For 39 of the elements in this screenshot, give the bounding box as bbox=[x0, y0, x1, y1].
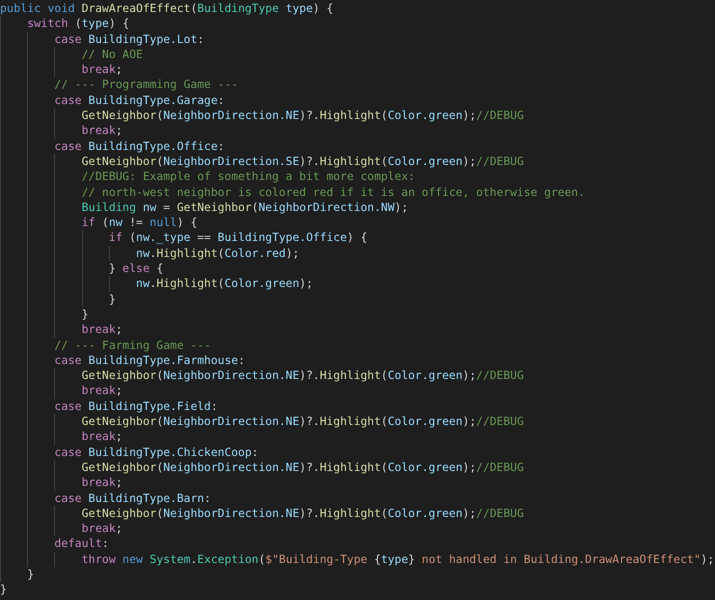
code-line: nw.Highlight(Color.green); bbox=[136, 276, 313, 292]
code-line: Building nw = GetNeighbor(NeighborDirection.NW); bbox=[82, 200, 408, 216]
code-line: break; bbox=[82, 62, 122, 78]
code-line: //DEBUG: Example of something a bit more complex: bbox=[82, 169, 415, 185]
code-line: } else { bbox=[108, 261, 164, 276]
code-line: case BuildingType.Office: bbox=[54, 138, 224, 154]
code-line: GetNeighbor(NeighborDirection.NE)?.Highlight(Color.green);//DEBUG bbox=[82, 108, 524, 124]
code-line: GetNeighbor(NeighborDirection.NE)?.Highlight(Color.green);//DEBUG bbox=[82, 460, 524, 476]
code-line: break; bbox=[82, 123, 122, 139]
code-line: } bbox=[82, 306, 88, 322]
code-line: break; bbox=[82, 521, 122, 536]
code-line: // --- Programming Game --- bbox=[54, 77, 238, 93]
code-line: public void DrawAreaOfEffect(BuildingType type) { bbox=[0, 1, 334, 16]
code-line: case BuildingType.Barn: bbox=[54, 490, 211, 506]
code-line: break; bbox=[82, 429, 122, 445]
code-line: throw new System.Exception($"Building-Type {type} not handled in Building.DrawAreaOfEffect"); bbox=[82, 552, 714, 567]
code-line: } bbox=[27, 566, 34, 582]
code-line: case BuildingType.Farmhouse: bbox=[54, 352, 245, 368]
code-line: GetNeighbor(NeighborDirection.NE)?.Highlight(Color.green);//DEBUG bbox=[82, 506, 524, 522]
code-line: break; bbox=[82, 322, 122, 338]
code-line: case BuildingType.Lot: bbox=[54, 32, 204, 47]
code-line: case BuildingType.Garage: bbox=[54, 92, 224, 108]
code-line: GetNeighbor(NeighborDirection.NE)?.Highlight(Color.green);//DEBUG bbox=[82, 368, 524, 384]
code-line: nw.Highlight(Color.red); bbox=[136, 246, 300, 262]
code-line: } bbox=[108, 292, 116, 307]
code-line: if (nw._type == BuildingType.Office) { bbox=[108, 230, 368, 246]
code-line: // No AOE bbox=[82, 46, 143, 62]
code-line: } bbox=[0, 582, 7, 598]
code-line: break; bbox=[82, 475, 122, 490]
code-line: break; bbox=[82, 383, 122, 399]
code-line: case BuildingType.ChickenCoop: bbox=[54, 444, 258, 460]
code-line: default: bbox=[54, 536, 109, 552]
code-line: // north-west neighbor is colored red if it is an office, otherwise green. bbox=[82, 184, 585, 200]
code-line: GetNeighbor(NeighborDirection.SE)?.Highlight(Color.green);//DEBUG bbox=[82, 154, 524, 170]
code-line: case BuildingType.Field: bbox=[54, 398, 218, 414]
code-line: GetNeighbor(NeighborDirection.NE)?.Highlight(Color.green);//DEBUG bbox=[82, 414, 524, 430]
code-line: switch (type) { bbox=[27, 16, 130, 32]
code-line: // --- Farming Game --- bbox=[54, 338, 211, 353]
code-line: if (nw != null) { bbox=[82, 215, 198, 230]
